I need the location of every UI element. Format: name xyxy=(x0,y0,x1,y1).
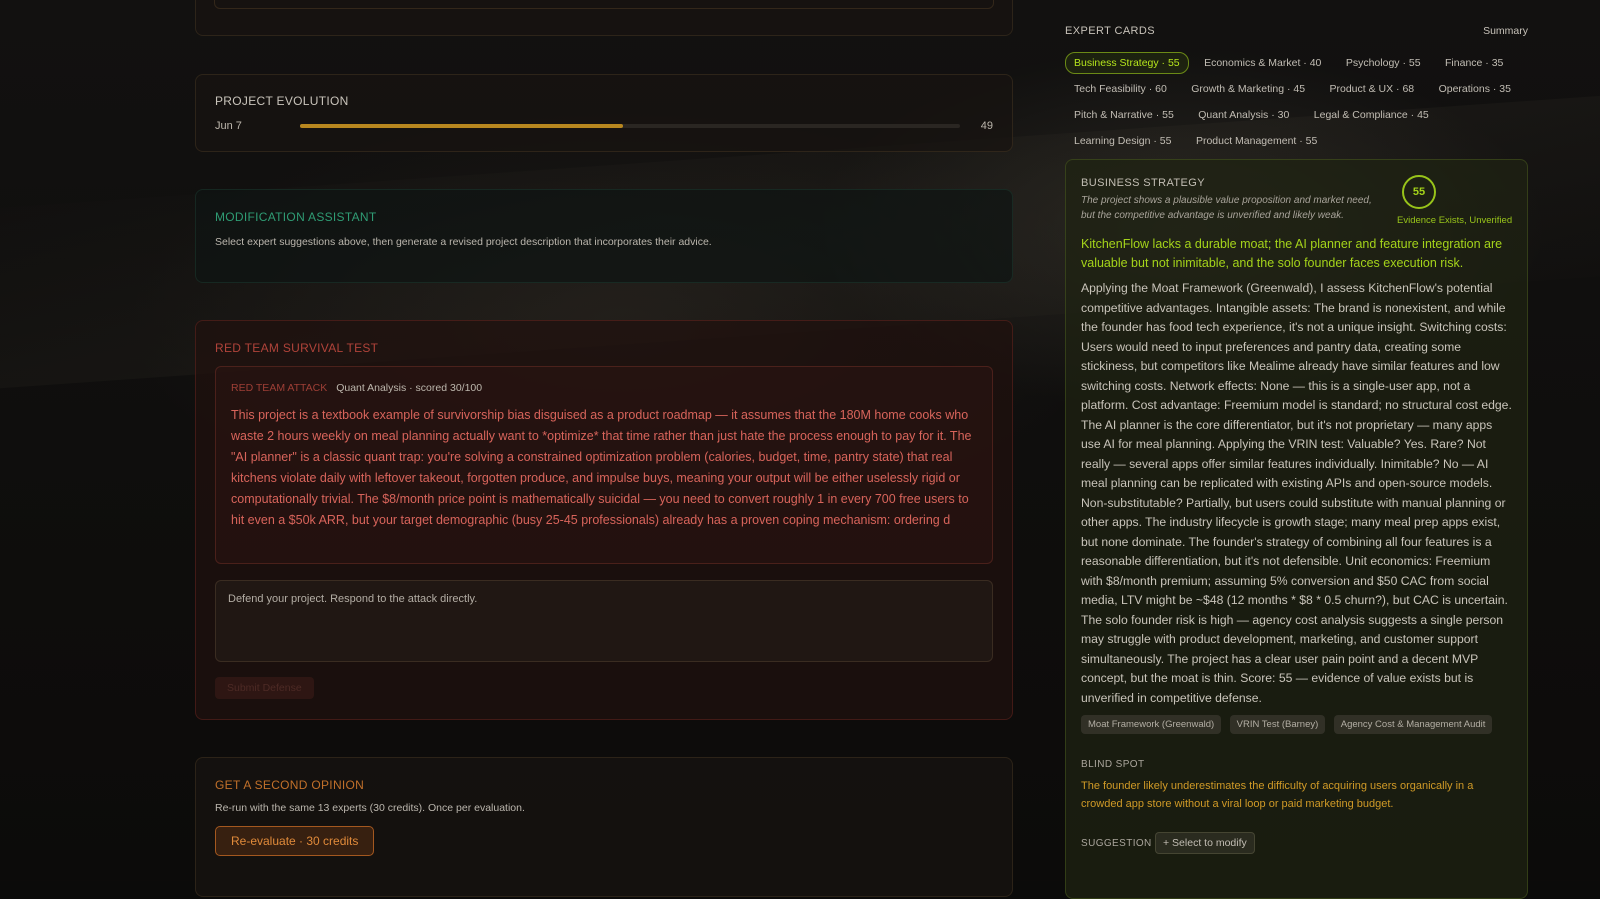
expert-chip-tech-feasibility[interactable]: Tech Feasibility · 60 xyxy=(1065,78,1176,100)
expert-detail-title: BUSINESS STRATEGY xyxy=(1081,177,1205,189)
red-team-title: RED TEAM SURVIVAL TEST xyxy=(215,341,379,355)
select-to-modify-button[interactable]: + Select to modify xyxy=(1155,832,1255,854)
project-evolution-panel: PROJECT EVOLUTION Jun 7 49 xyxy=(195,74,1013,152)
second-opinion-description: Re-run with the same 13 experts (30 cred… xyxy=(215,802,525,814)
expert-chip-product-management[interactable]: Product Management · 55 xyxy=(1187,130,1326,152)
attack-header: RED TEAM ATTACK Quant Analysis · scored … xyxy=(231,382,482,394)
expert-chip-business-strategy[interactable]: Business Strategy · 55 xyxy=(1065,52,1189,74)
defense-input[interactable] xyxy=(215,580,993,662)
second-opinion-title: GET A SECOND OPINION xyxy=(215,778,365,792)
expert-cards-title: EXPERT CARDS xyxy=(1065,25,1155,37)
suggestion-title: SUGGESTION xyxy=(1081,838,1152,849)
attack-meta: Quant Analysis · scored 30/100 xyxy=(336,382,483,394)
re-evaluate-button[interactable]: Re-evaluate · 30 credits xyxy=(215,826,375,856)
modification-assistant-panel: MODIFICATION ASSISTANT Select expert sug… xyxy=(195,189,1013,283)
expert-chip-psychology[interactable]: Psychology · 55 xyxy=(1337,52,1430,74)
attack-tag: RED TEAM ATTACK xyxy=(231,382,328,394)
previous-section-panel xyxy=(195,0,1013,36)
expert-chip-quant-analysis[interactable]: Quant Analysis · 30 xyxy=(1189,104,1298,126)
expert-chip-product-ux[interactable]: Product & UX · 68 xyxy=(1321,78,1424,100)
evolution-progress-track xyxy=(300,124,960,128)
expert-chip-economics-market[interactable]: Economics & Market · 40 xyxy=(1195,52,1330,74)
blind-spot-title: BLIND SPOT xyxy=(1081,759,1145,770)
framework-tag: Moat Framework (Greenwald) xyxy=(1081,715,1222,734)
framework-tag: Agency Cost & Management Audit xyxy=(1333,715,1493,734)
expert-headline: KitchenFlow lacks a durable moat; the AI… xyxy=(1081,237,1503,270)
expert-chip-operations[interactable]: Operations · 35 xyxy=(1430,78,1520,100)
blind-spot-text: The founder likely underestimates the di… xyxy=(1081,780,1474,810)
expert-chip-list: Business Strategy · 55 Economics & Marke… xyxy=(1065,52,1535,156)
summary-link[interactable]: Summary xyxy=(1483,25,1528,37)
expert-score-ring: 55 xyxy=(1402,175,1436,209)
project-evolution-title: PROJECT EVOLUTION xyxy=(215,94,349,108)
evolution-score: 49 xyxy=(980,120,993,132)
attack-text: This project is a textbook example of su… xyxy=(231,408,972,527)
expert-detail-card: BUSINESS STRATEGY The project shows a pl… xyxy=(1065,159,1528,899)
expert-verdict: Evidence Exists, Unverified xyxy=(1397,215,1513,226)
expert-chip-legal-compliance[interactable]: Legal & Compliance · 45 xyxy=(1305,104,1438,126)
modification-assistant-title: MODIFICATION ASSISTANT xyxy=(215,210,377,224)
evolution-progress-fill xyxy=(300,124,624,128)
expert-score-value: 55 xyxy=(1412,186,1426,198)
expert-chip-growth-marketing[interactable]: Growth & Marketing · 45 xyxy=(1182,78,1314,100)
submit-defense-button[interactable]: Submit Defense xyxy=(215,677,314,699)
expert-chip-finance[interactable]: Finance · 35 xyxy=(1436,52,1512,74)
expert-detail-subtitle: The project shows a plausible value prop… xyxy=(1081,195,1372,221)
evolution-date: Jun 7 xyxy=(215,120,242,132)
red-team-panel: RED TEAM SURVIVAL TEST RED TEAM ATTACK Q… xyxy=(195,320,1013,720)
second-opinion-panel: GET A SECOND OPINION Re-run with the sam… xyxy=(195,757,1013,897)
previous-section-field xyxy=(214,0,994,9)
expert-chip-pitch-narrative[interactable]: Pitch & Narrative · 55 xyxy=(1065,104,1183,126)
expert-analysis-text: Applying the Moat Framework (Greenwald),… xyxy=(1081,281,1512,705)
expert-chip-learning-design[interactable]: Learning Design · 55 xyxy=(1065,130,1180,152)
modification-assistant-description: Select expert suggestions above, then ge… xyxy=(215,236,712,248)
framework-tag: VRIN Test (Barney) xyxy=(1229,715,1326,734)
red-team-attack-card: RED TEAM ATTACK Quant Analysis · scored … xyxy=(215,366,993,564)
framework-tag-list: Moat Framework (Greenwald) VRIN Test (Ba… xyxy=(1081,714,1512,734)
